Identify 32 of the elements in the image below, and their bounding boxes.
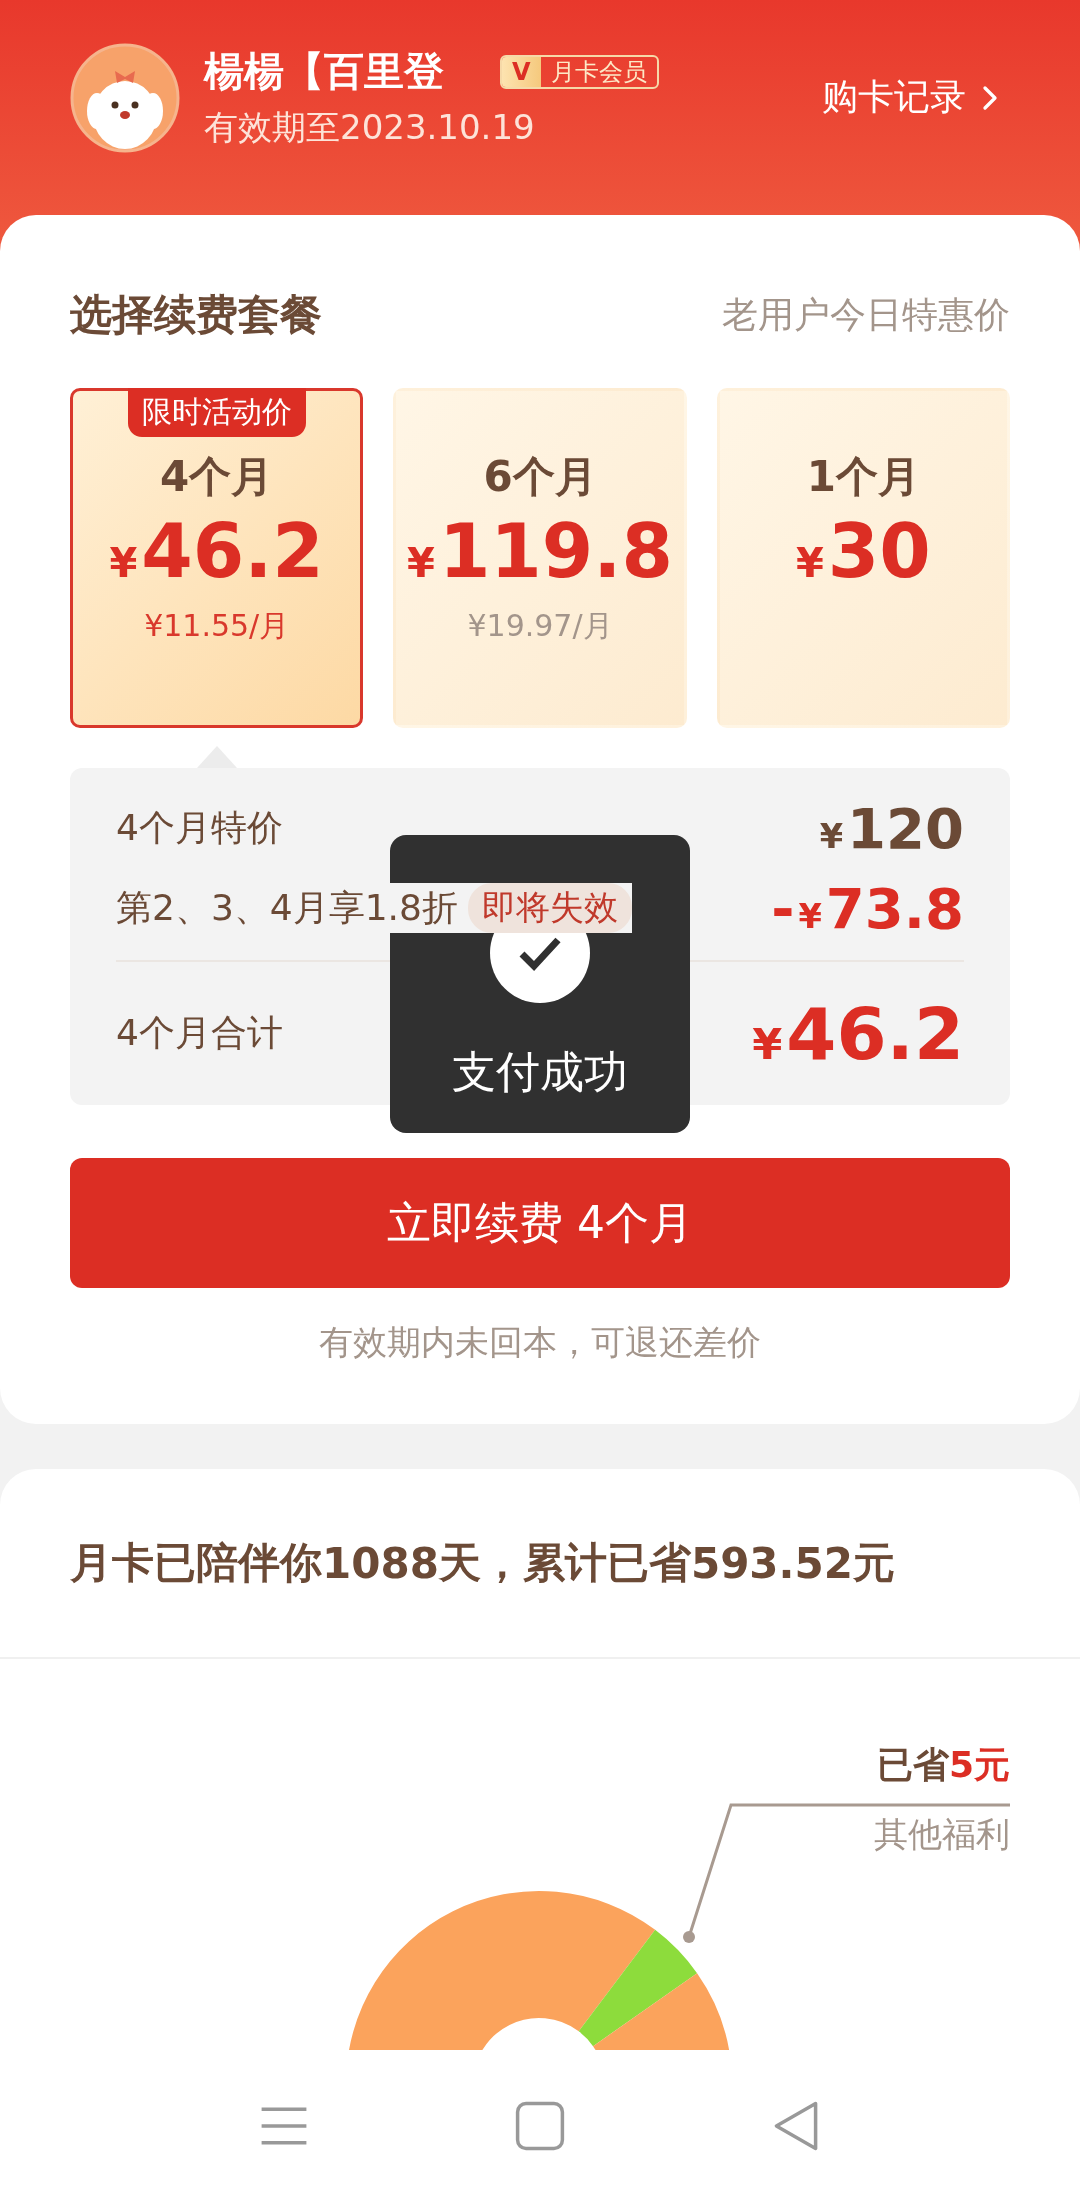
renew-button[interactable]: 立即续费 4个月 — [70, 1158, 1010, 1288]
breakdown-label: 4个月合计 — [116, 1011, 283, 1055]
total-amount: ¥46.2 — [751, 991, 964, 1076]
plan-option[interactable]: 限时活动价 4个月 ¥46.2 ¥11.55/月 — [70, 388, 364, 728]
toast-message: 支付成功 — [452, 1045, 628, 1099]
savings-summary: 月卡已陪伴你1088天，累计已省593.52元 — [69, 1537, 896, 1590]
plan-duration: 1个月 — [806, 451, 920, 503]
callout-label: 已省5元 — [876, 1743, 1010, 1787]
monthly-price: ¥11.55/月 — [144, 606, 290, 645]
expiry-date: 有效期至2023.10.19 — [204, 106, 536, 149]
discount-amount: -¥73.8 — [771, 875, 964, 941]
plan-option[interactable]: 6个月 ¥119.8 ¥19.97/月 — [393, 388, 687, 728]
plan-price: ¥30 — [795, 507, 931, 596]
promo-tag: 限时活动价 — [127, 388, 306, 437]
section-title: 选择续费套餐 — [70, 289, 322, 341]
price-amount: ¥120 — [818, 795, 964, 861]
refund-note: 有效期内未回本，可退还差价 — [319, 1321, 761, 1364]
plan-option[interactable]: 1个月 ¥30 — [716, 388, 1010, 728]
section-subtitle: 老用户今日特惠价 — [722, 292, 1010, 337]
plan-price: ¥119.8 — [407, 507, 673, 596]
badge-mark: V — [502, 56, 541, 87]
plan-duration: 4个月 — [160, 451, 274, 503]
breakdown-label: 第2、3、4月享1.8折 — [116, 885, 458, 930]
plan-duration: 6个月 — [483, 451, 597, 503]
callout-caption: 其他福利 — [874, 1813, 1010, 1856]
expiring-tag: 即将失效 — [467, 883, 632, 933]
purchase-records-link[interactable]: 购卡记录 — [822, 73, 1010, 122]
plan-price: ¥46.2 — [109, 507, 324, 596]
user-name: 楊楊【百里登 — [204, 47, 444, 96]
badge-label: 月卡会员 — [549, 56, 648, 87]
breakdown-label: 4个月特价 — [116, 805, 283, 850]
monthly-price: ¥19.97/月 — [467, 606, 613, 645]
